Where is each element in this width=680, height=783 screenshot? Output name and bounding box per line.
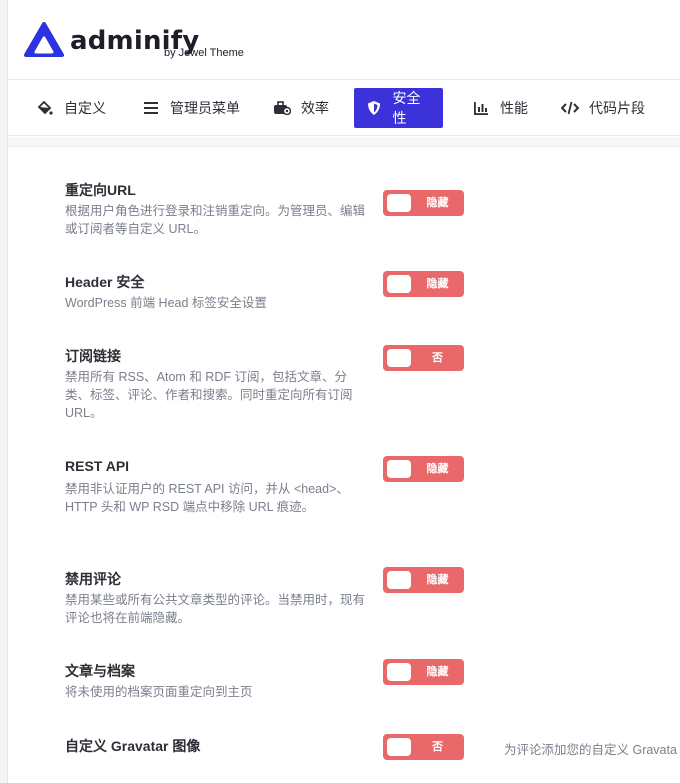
rest-api-toggle[interactable]: 隐藏 — [383, 456, 464, 482]
disable-comments-toggle[interactable]: 隐藏 — [383, 567, 464, 593]
gravatar-side-note: 为评论添加您的自定义 Gravata — [504, 743, 677, 757]
toggle-label: 隐藏 — [426, 463, 449, 475]
tab-label: 自定义 — [64, 100, 106, 116]
tab-performance[interactable]: 性能 — [460, 88, 540, 128]
toggle-label: 隐藏 — [426, 197, 449, 209]
redirect-url-toggle[interactable]: 隐藏 — [383, 190, 464, 216]
toggle-label: 隐藏 — [426, 278, 449, 290]
setting-description: 禁用非认证用户的 REST API 访问，并从 <head>、HTTP 头和 W… — [65, 482, 349, 514]
tab-label: 性能 — [500, 100, 528, 116]
setting-description: WordPress 前端 Head 标签安全设置 — [65, 296, 267, 310]
content-divider — [8, 137, 680, 147]
brand-by: by Jewel Theme — [164, 47, 244, 59]
header-security-toggle[interactable]: 隐藏 — [383, 271, 464, 297]
toggle-knob — [387, 663, 411, 681]
toggle-knob — [387, 194, 411, 212]
toggle-label: 隐藏 — [426, 574, 449, 586]
toggle-knob — [387, 460, 411, 478]
tab-productivity[interactable]: 效率 — [261, 88, 341, 128]
tab-label: 代码片段 — [589, 100, 645, 116]
settings-panel: adminify by Jewel Theme 自定义 管理员菜单 效率 安全性… — [7, 0, 680, 783]
feed-links-toggle[interactable]: 否 — [383, 345, 464, 371]
custom-gravatar-toggle[interactable]: 否 — [383, 734, 464, 760]
tab-label: 安全性 — [392, 90, 421, 126]
tab-customize[interactable]: 自定义 — [24, 88, 118, 128]
setting-title: 订阅链接 — [65, 348, 121, 364]
setting-title: Header 安全 — [65, 274, 145, 290]
posts-archives-toggle[interactable]: 隐藏 — [383, 659, 464, 685]
toggle-knob — [387, 349, 411, 367]
paint-bucket-icon — [36, 99, 54, 117]
setting-title: REST API — [65, 458, 130, 474]
setting-title: 文章与档案 — [65, 663, 135, 679]
tab-bar: 自定义 管理员菜单 效率 安全性 性能 代码片段 — [8, 80, 680, 136]
adminify-logo-icon — [24, 22, 64, 58]
tab-code-snippets[interactable]: 代码片段 — [549, 88, 657, 128]
setting-description: 根据用户角色进行登录和注销重定向。为管理员、编辑或订阅者等自定义 URL。 — [65, 204, 366, 236]
setting-description: 禁用某些或所有公共文章类型的评论。当禁用时，现有评论也将在前端隐藏。 — [65, 593, 366, 625]
toggle-label: 否 — [432, 741, 443, 753]
tab-security[interactable]: 安全性 — [354, 88, 443, 128]
shield-icon — [366, 99, 383, 117]
brand-header: adminify by Jewel Theme — [8, 0, 680, 80]
code-icon — [561, 99, 579, 117]
bar-chart-icon — [472, 99, 490, 117]
toggle-label: 否 — [432, 352, 443, 364]
toggle-knob — [387, 571, 411, 589]
setting-description: 禁用所有 RSS、Atom 和 RDF 订阅，包括文章、分类、标签、评论、作者和… — [65, 370, 353, 420]
toolbox-icon — [273, 99, 291, 117]
toggle-knob — [387, 275, 411, 293]
setting-description: 将未使用的档案页面重定向到主页 — [65, 685, 253, 699]
menu-lines-icon — [142, 99, 160, 117]
toggle-knob — [387, 738, 411, 756]
setting-title: 禁用评论 — [65, 571, 121, 587]
toggle-label: 隐藏 — [426, 666, 449, 678]
tab-label: 效率 — [301, 100, 329, 116]
setting-title: 自定义 Gravatar 图像 — [65, 738, 201, 754]
tab-admin-menu[interactable]: 管理员菜单 — [130, 88, 252, 128]
tab-label: 管理员菜单 — [170, 100, 240, 116]
setting-title: 重定向URL — [65, 182, 136, 198]
